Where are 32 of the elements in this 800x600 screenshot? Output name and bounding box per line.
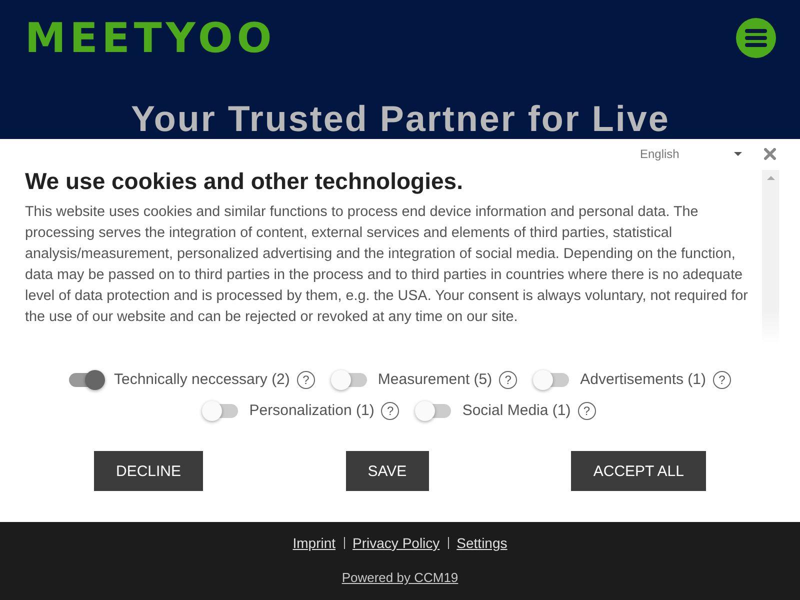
dialog-title: We use cookies and other technologies.: [25, 168, 464, 194]
footer-link[interactable]: Settings: [456, 535, 508, 551]
menu-button[interactable]: [736, 18, 776, 58]
powered-by-link[interactable]: Powered by CCM19: [342, 568, 458, 588]
category-label: Social Media (1): [462, 402, 571, 419]
toggle-switch[interactable]: [204, 404, 238, 418]
category-label: Personalization (1): [249, 402, 374, 419]
help-button[interactable]: ?: [578, 402, 596, 420]
dialog-text: This website uses cookies and similar functions to process end device information and personal data. The processing serves the integration of content, external services and elements of third parties, statistical analysis/measurement, personalized advertising and the integration of social media. Depending on the function, data may be passed on to third parties in the process and to third parties in countries where there is no adequate level of data protection and is processed by them, e.g. the USA. Your consent is always voluntary, not required for the use of our website and can be rejected or revoked at any time on our site.: [25, 203, 749, 327]
menu-icon: [745, 29, 767, 47]
category-label: Advertisements (1): [580, 371, 706, 388]
decline-button[interactable]: DECLINE: [94, 451, 204, 491]
logo[interactable]: MEETYOO: [25, 18, 276, 58]
save-button[interactable]: SAVE: [346, 451, 429, 491]
caret-down-icon: [734, 152, 742, 156]
accept-all-button[interactable]: ACCEPT ALL: [571, 451, 706, 491]
footer-link[interactable]: Imprint: [292, 535, 336, 551]
help-button[interactable]: ?: [713, 370, 731, 388]
category-label: Technically neccessary (2): [114, 371, 290, 388]
toggle-switch[interactable]: [535, 372, 570, 386]
toggle-switch[interactable]: [332, 372, 367, 386]
toggle-switch[interactable]: [69, 372, 103, 386]
toggle-switch[interactable]: [417, 404, 452, 418]
help-button[interactable]: ?: [296, 370, 315, 388]
language-select[interactable]: English: [636, 146, 748, 160]
help-button[interactable]: ?: [381, 402, 400, 420]
hero-title: Your Trusted Partner for Live: [130, 99, 671, 139]
help-button[interactable]: ?: [499, 370, 518, 388]
up-arrow-icon[interactable]: [766, 176, 774, 180]
footer-link[interactable]: Privacy Policy: [352, 535, 440, 551]
close-icon[interactable]: [764, 148, 776, 160]
category-label: Measurement (5): [378, 371, 492, 388]
